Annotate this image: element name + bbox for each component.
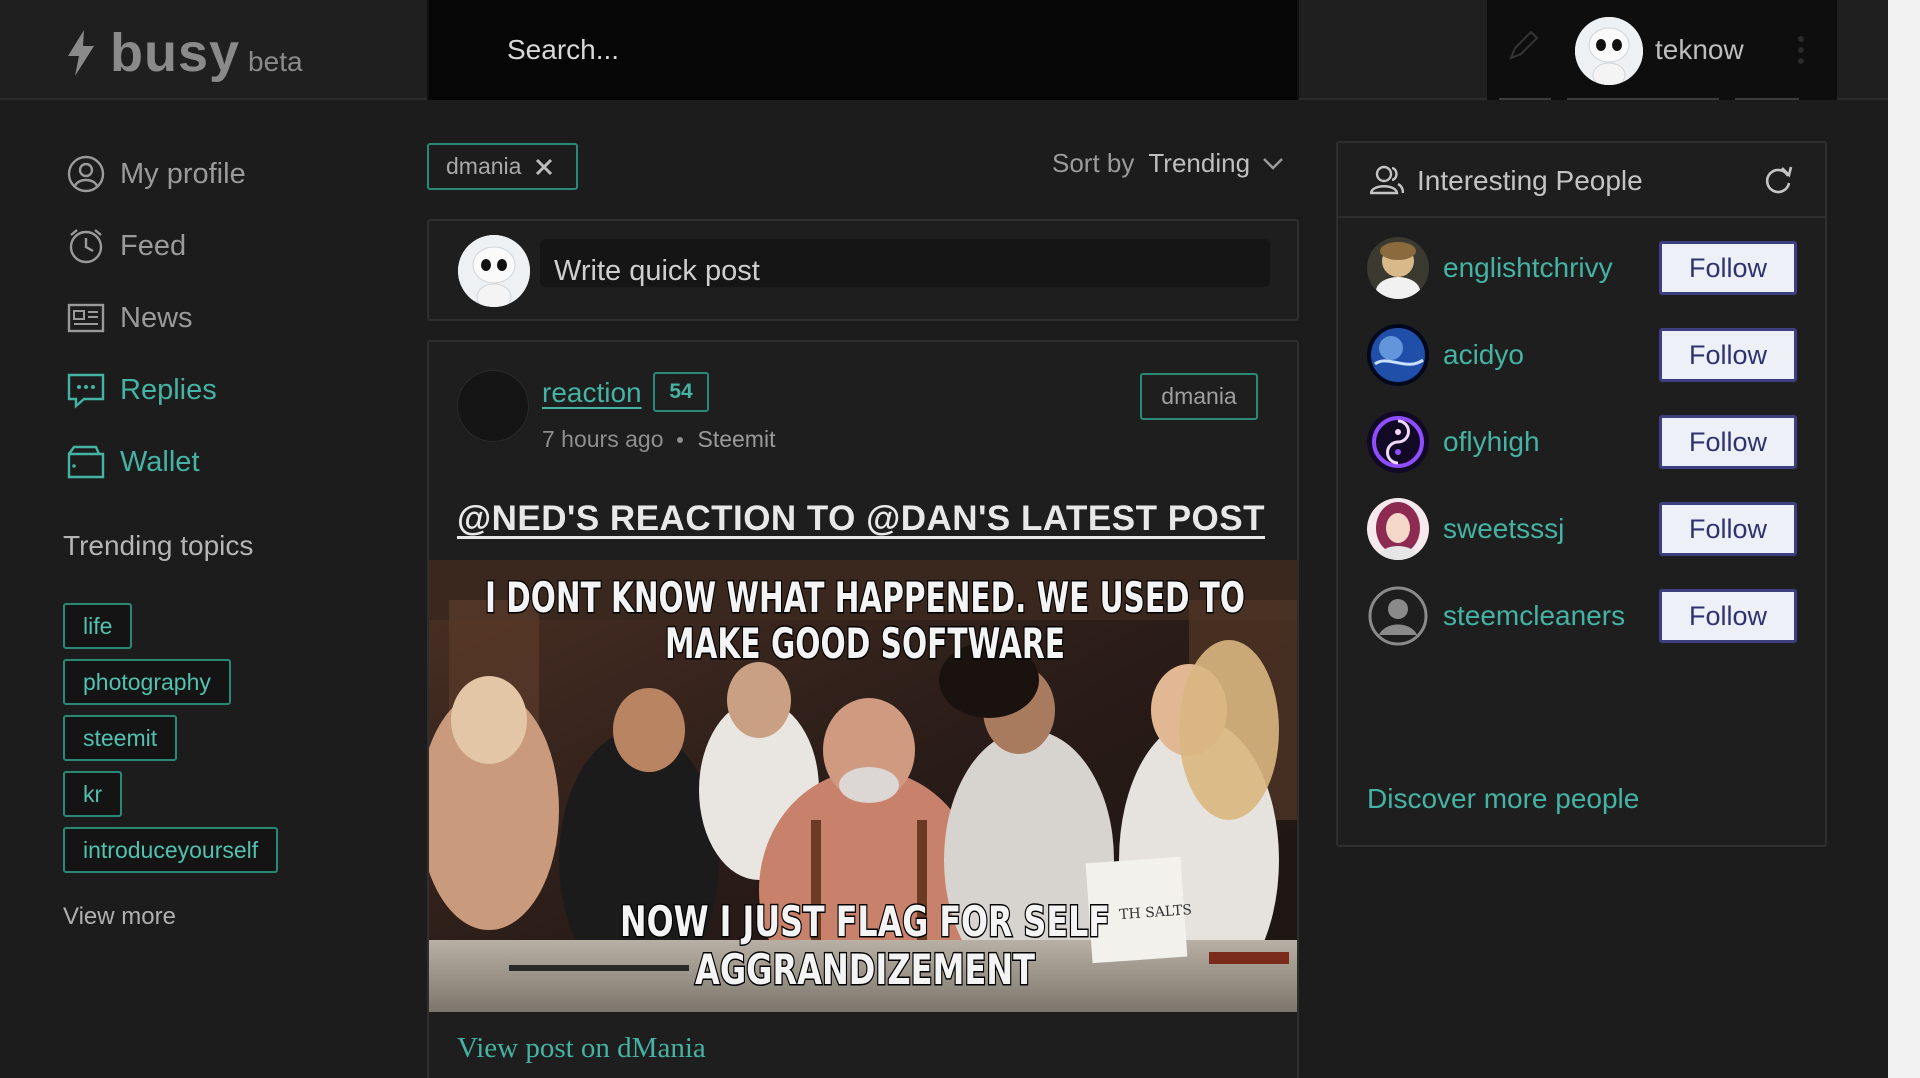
nav-underline <box>1499 98 1551 100</box>
nav-underline <box>1735 98 1799 100</box>
newspaper-icon <box>67 303 105 333</box>
search-bar <box>427 0 1299 100</box>
sidebar-item-label: Wallet <box>120 445 200 478</box>
person-row: sweetsssj Follow <box>1367 497 1797 561</box>
panel-header: Interesting People <box>1338 143 1825 218</box>
active-filter-chip: dmania <box>427 143 578 190</box>
view-more-topics-link[interactable]: View more <box>63 903 176 931</box>
chevron-down-icon <box>1263 157 1283 170</box>
interesting-people-panel: Interesting People englishtchrivy Follow… <box>1336 141 1827 847</box>
page-scrollbar[interactable] <box>1888 0 1920 1078</box>
sort-value: Trending <box>1148 148 1251 178</box>
person-row: steemcleaners Follow <box>1367 584 1797 648</box>
sidebar-item-my-profile[interactable]: My profile <box>66 154 246 194</box>
close-icon[interactable] <box>535 158 553 176</box>
post-card: reaction 54 7 hours ago Steemit dmania @… <box>427 340 1299 1078</box>
person-name[interactable]: steemcleaners <box>1443 600 1625 632</box>
follow-button[interactable]: Follow <box>1659 589 1797 643</box>
sidebar-item-feed[interactable]: Feed <box>66 226 186 266</box>
discover-more-people-link[interactable]: Discover more people <box>1367 783 1639 815</box>
top-navbar: busy beta teknow <box>0 0 1888 100</box>
trending-topics-title: Trending topics <box>63 530 254 561</box>
topic-tag[interactable]: life <box>63 603 133 649</box>
user-menu: teknow <box>1487 0 1837 100</box>
sidebar-item-label: Replies <box>120 373 217 406</box>
post-app: Steemit <box>697 426 776 452</box>
sidebar-item-label: My profile <box>120 157 246 190</box>
sidebar-item-replies[interactable]: Replies <box>66 370 217 410</box>
avatar[interactable] <box>1367 411 1429 473</box>
wallet-icon <box>67 445 105 479</box>
follow-button[interactable]: Follow <box>1659 502 1797 556</box>
avatar[interactable] <box>1367 324 1429 386</box>
avatar[interactable] <box>457 370 529 442</box>
meta-separator <box>677 436 684 443</box>
person-row: englishtchrivy Follow <box>1367 236 1797 300</box>
meme-top-line-1: I DONT KNOW WHAT HAPPENED. WE USED TO <box>485 573 1245 622</box>
filter-chip-label: dmania <box>446 153 522 179</box>
reputation-badge: 54 <box>653 372 709 412</box>
sidebar-item-news[interactable]: News <box>66 298 193 338</box>
quick-post-input[interactable]: Write quick post <box>540 239 1270 287</box>
follow-button[interactable]: Follow <box>1659 328 1797 382</box>
search-input[interactable] <box>429 0 1297 100</box>
topic-tag[interactable]: introduceyourself <box>63 827 279 873</box>
topic-tag[interactable]: steemit <box>63 715 178 761</box>
panel-title: Interesting People <box>1417 165 1643 196</box>
follow-button[interactable]: Follow <box>1659 241 1797 295</box>
avatar[interactable] <box>1367 585 1429 647</box>
post-meta: 7 hours ago Steemit <box>542 426 775 453</box>
post-image[interactable]: TH SALTS I DONT KNOW WHAT HAPPENED. WE U… <box>429 560 1297 1012</box>
person-name[interactable]: englishtchrivy <box>1443 252 1613 284</box>
topic-tag[interactable]: kr <box>63 771 123 817</box>
more-menu-icon[interactable] <box>1798 36 1806 66</box>
clock-icon <box>69 229 103 264</box>
topic-tag[interactable]: photography <box>63 659 231 705</box>
logo-text: busy <box>110 23 241 83</box>
meme-bottom-line-2: AGGRANDIZEMENT <box>695 945 1035 994</box>
nav-underline <box>1567 98 1719 100</box>
write-icon[interactable] <box>1505 30 1539 64</box>
avatar[interactable] <box>1575 17 1643 85</box>
meme-top-line-2: MAKE GOOD SOFTWARE <box>665 619 1065 668</box>
person-row: acidyo Follow <box>1367 323 1797 387</box>
sidebar-item-label: News <box>120 301 193 334</box>
sidebar-item-label: Feed <box>120 229 187 262</box>
header-username[interactable]: teknow <box>1655 34 1744 66</box>
logo-badge: beta <box>248 46 303 77</box>
post-tag[interactable]: dmania <box>1140 373 1258 420</box>
sort-dropdown[interactable]: Sort by Trending <box>1052 148 1284 179</box>
person-row: oflyhigh Follow <box>1367 410 1797 474</box>
avatar[interactable] <box>1367 237 1429 299</box>
post-title[interactable]: @NED'S REACTION TO @DAN'S LATEST POST <box>457 499 1265 539</box>
sidebar-item-wallet[interactable]: Wallet <box>66 442 200 482</box>
refresh-icon[interactable] <box>1762 164 1794 196</box>
people-icon <box>1370 165 1404 195</box>
bolt-icon <box>68 30 94 76</box>
quick-post-box: Write quick post <box>427 219 1299 321</box>
person-name[interactable]: oflyhigh <box>1443 426 1540 458</box>
user-circle-icon <box>67 155 105 193</box>
person-name[interactable]: sweetsssj <box>1443 513 1564 545</box>
logo[interactable]: busy beta <box>66 22 303 84</box>
avatar <box>458 235 530 307</box>
chat-icon <box>67 373 105 409</box>
post-time[interactable]: 7 hours ago <box>542 426 663 453</box>
sort-label: Sort by <box>1052 148 1135 178</box>
follow-button[interactable]: Follow <box>1659 415 1797 469</box>
meme-bottom-line-1: NOW I JUST FLAG FOR SELF <box>620 897 1110 946</box>
post-author-link[interactable]: reaction <box>542 377 642 409</box>
person-name[interactable]: acidyo <box>1443 339 1524 371</box>
view-post-link[interactable]: View post on dMania <box>457 1032 706 1065</box>
avatar[interactable] <box>1367 498 1429 560</box>
